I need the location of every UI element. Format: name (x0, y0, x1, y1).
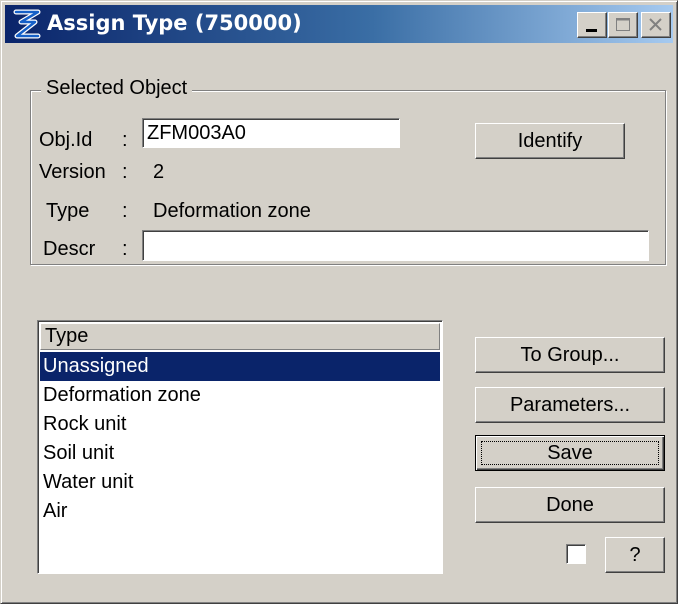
selected-object-legend: Selected Object (41, 77, 193, 100)
type-value: Deformation zone (153, 200, 311, 222)
minimize-icon (586, 29, 597, 32)
title-bar[interactable]: Assign Type (750000) (5, 5, 673, 43)
minimize-button[interactable] (577, 12, 607, 38)
version-value: 2 (153, 161, 165, 183)
to-group-button-label: To Group... (520, 343, 620, 366)
objid-input[interactable] (142, 118, 400, 148)
type-list-item[interactable]: Rock unit (40, 410, 440, 439)
type-list-item[interactable]: Unassigned (40, 352, 440, 381)
close-icon (649, 18, 662, 31)
save-button[interactable]: Save (475, 435, 665, 471)
parameters-button-label: Parameters... (509, 393, 631, 416)
type-listbox[interactable]: Type Unassigned Deformation zone Rock unit… (37, 320, 443, 574)
help-button[interactable]: ? (605, 537, 665, 573)
close-button[interactable] (641, 12, 671, 38)
type-list-items: Unassigned Deformation zone Rock unit Soil … (40, 352, 440, 526)
maximize-button[interactable] (608, 12, 638, 38)
descr-input[interactable] (142, 230, 649, 261)
maximize-icon (616, 18, 630, 31)
objid-colon: : (122, 129, 128, 151)
app-logo-icon (13, 9, 41, 39)
identify-button-label: Identify (517, 129, 583, 152)
save-focus-rect (481, 441, 659, 465)
identify-button[interactable]: Identify (475, 123, 625, 159)
type-label: Type (46, 200, 90, 222)
type-list-item[interactable]: Air (40, 497, 440, 526)
parameters-button[interactable]: Parameters... (475, 387, 665, 423)
type-list-item[interactable]: Water unit (40, 468, 440, 497)
version-colon: : (122, 161, 128, 183)
version-label: Version (39, 161, 106, 183)
option-checkbox[interactable] (566, 544, 586, 564)
window-title: Assign Type (750000) (47, 11, 302, 35)
type-list-item[interactable]: Soil unit (40, 439, 440, 468)
to-group-button[interactable]: To Group... (475, 337, 665, 373)
descr-label: Descr (43, 238, 96, 260)
type-colon: : (122, 200, 128, 222)
type-column-header[interactable]: Type (40, 323, 440, 350)
done-button-label: Done (546, 493, 594, 516)
done-button[interactable]: Done (475, 487, 665, 523)
assign-type-dialog: Assign Type (750000) Selected Object Obj… (0, 0, 678, 604)
descr-colon: : (122, 238, 128, 260)
type-list-item[interactable]: Deformation zone (40, 381, 440, 410)
objid-label: Obj.Id (39, 129, 93, 151)
help-button-label: ? (629, 543, 641, 566)
